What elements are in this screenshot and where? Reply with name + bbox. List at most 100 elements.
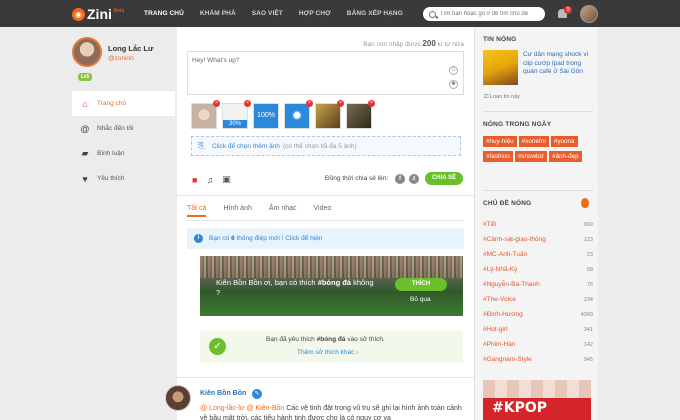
topic-row[interactable]: #The-Voice 234	[483, 292, 593, 307]
topic-row[interactable]: #Phim-Hàn 142	[483, 337, 593, 352]
remove-icon[interactable]: ×	[368, 100, 375, 107]
menu-item-home[interactable]: ⌂ Trang chủ	[72, 91, 175, 116]
topic-count: 945	[583, 356, 593, 363]
topic-count: 341	[583, 326, 593, 333]
hot-news-image[interactable]	[483, 50, 518, 85]
upload-complete-label: 100%	[257, 112, 275, 119]
topic-row[interactable]: #Gangnam-Style 945	[483, 352, 593, 367]
nav-stars[interactable]: SAO VIỆT	[244, 0, 291, 27]
trending-tag[interactable]: #huy-hiệu	[483, 136, 517, 147]
char-counter-suffix: kí tự nữa	[437, 41, 464, 48]
topic-name: #Tết	[483, 221, 497, 228]
nav-market[interactable]: HỢP CHỢ	[291, 0, 339, 27]
facebook-icon[interactable]: f	[395, 174, 405, 184]
music-icon[interactable]: ♫	[206, 175, 213, 185]
profile-avatar[interactable]	[72, 37, 102, 67]
nav-rankings[interactable]: BẢNG XẾP HẠNG	[339, 0, 411, 27]
topic-row[interactable]: #MC-Anh-Tuấn 23	[483, 247, 593, 262]
hot-news-title: TIN NÓNG	[483, 36, 517, 43]
skip-button[interactable]: Bỏ qua	[410, 296, 431, 303]
nav-explore[interactable]: KHÁM PHÁ	[192, 0, 244, 27]
notification-button[interactable]: 9	[556, 6, 572, 20]
divider	[177, 195, 474, 196]
kpop-ad-banner[interactable]: #KPOP	[483, 380, 591, 420]
attachment-toolbar: ■ ♫ ▣	[192, 174, 240, 185]
add-photo-picker[interactable]: ⎘ Click để chọn thêm ảnh (có thể chọn tố…	[191, 136, 461, 156]
tab-music[interactable]: Âm nhạc	[269, 205, 297, 217]
thumbnail-dark[interactable]: ×	[346, 100, 375, 129]
main-nav: TRANG CHỦ KHÁM PHÁ SAO VIỆT HỢP CHỢ BẢNG…	[136, 0, 411, 27]
topic-name: #Lý-Nhã-Kỳ	[483, 266, 518, 273]
remove-icon[interactable]: ×	[213, 100, 220, 107]
topic-row[interactable]: #Hot-girl 341	[483, 322, 593, 337]
thumbnail-processing: × ✹	[284, 100, 313, 129]
mention-link[interactable]: @ Long-lắc-lư	[200, 405, 244, 412]
remove-icon[interactable]: ×	[306, 100, 313, 107]
post-composer: Hey! What's up? ☺ ☻	[187, 51, 464, 95]
topic-name: #Nguyễn-Bá-Thanh	[483, 281, 540, 288]
banner-question: Kiên Bồn Bồn ơi, bạn có thích #bóng đá k…	[216, 278, 376, 298]
search-icon[interactable]	[429, 10, 436, 18]
feed-tabs: Tất cả Hình ảnh Âm nhạc Video	[187, 205, 348, 217]
menu-item-label: Yêu thích	[97, 175, 125, 182]
menu-item-comments[interactable]: ▰ Bình luận	[72, 141, 175, 166]
status-textarea[interactable]: Hey! What's up?	[188, 52, 438, 90]
trending-tag[interactable]: #yoona	[550, 136, 578, 147]
menu-item-mentions[interactable]: @ Nhắc đến tôi	[72, 116, 175, 141]
hot-news-link[interactable]: Cư dân mạng shock vì clip cướp Ipad tron…	[523, 51, 595, 77]
search-box	[423, 7, 545, 21]
trending-tag[interactable]: #xonefm	[518, 136, 549, 147]
level-badge: Lv5	[78, 73, 92, 81]
post-author-name[interactable]: Kiên Bồn Bồn	[200, 390, 246, 397]
info-icon: i	[194, 234, 203, 243]
topic-row[interactable]: #Nguyễn-Bá-Thanh 76	[483, 277, 593, 292]
trending-tag[interactable]: #showbiz	[514, 151, 548, 162]
camera-icon[interactable]: ■	[192, 175, 197, 185]
menu-item-label: Nhắc đến tôi	[97, 125, 134, 132]
divider	[483, 111, 593, 112]
profile-handle[interactable]: @zonion	[108, 55, 134, 62]
topic-row[interactable]: #Tết 669	[483, 217, 593, 232]
right-sidebar: TIN NÓNG Cư dân mạng shock vì clip cướp …	[474, 27, 598, 420]
gear-icon: ✹	[291, 108, 303, 123]
video-icon[interactable]: ▣	[222, 174, 231, 185]
nav-home[interactable]: TRANG CHỦ	[136, 0, 192, 27]
trending-tag[interactable]: #ảnh-đẹp	[549, 151, 582, 162]
topic-name: #The-Voice	[483, 296, 516, 303]
topic-row[interactable]: #Đinh-Hương 4369	[483, 307, 593, 322]
confirm-tag: #bóng đá	[316, 336, 346, 343]
like-interest-button[interactable]: THÍCH	[395, 278, 447, 291]
banner-tag[interactable]: #bóng đá	[318, 278, 351, 287]
add-photo-link[interactable]: Click để chọn thêm ảnh	[212, 143, 280, 150]
search-input[interactable]	[440, 11, 540, 17]
tab-video[interactable]: Video	[314, 205, 332, 217]
tab-photos[interactable]: Hình ảnh	[223, 205, 251, 217]
add-more-interests-link[interactable]: Thêm sở thích khác ›	[297, 349, 358, 356]
add-photo-note: (có thể chọn tối đa 5 ảnh)	[282, 142, 357, 150]
interest-confirmation: ✓ Bạn đã yêu thích #bóng đá vào sở thích…	[200, 331, 463, 363]
mention-link[interactable]: @ Kiên-Bồn	[246, 405, 284, 412]
user-avatar[interactable]	[580, 5, 598, 23]
post-author-avatar[interactable]	[165, 385, 191, 411]
zing-icon[interactable]: z	[409, 174, 419, 184]
trending-tags: #huy-hiệu #xonefm #yoona #fashion #showbiz #ả…	[483, 136, 593, 166]
zini-logo[interactable]: ◉ Zini Beta	[72, 6, 124, 22]
ad-text: #KPOP	[492, 400, 548, 416]
emoji-icon[interactable]: ☺	[449, 66, 458, 75]
profile-name[interactable]: Long Lắc Lư	[108, 44, 153, 53]
share-button[interactable]: CHIA SẺ	[425, 172, 463, 185]
tab-all[interactable]: Tất cả	[187, 205, 207, 217]
share-news-link[interactable]: ⎚ Loan tin này	[484, 94, 520, 101]
trending-tag[interactable]: #fashion	[483, 151, 513, 162]
thumbnail-band[interactable]: ×	[315, 100, 344, 129]
thumbnail-baby[interactable]: ×	[191, 100, 220, 129]
topic-count: 58	[586, 266, 593, 273]
menu-item-favorites[interactable]: ♥ Yêu thích	[72, 166, 175, 191]
topic-row[interactable]: #Lý-Nhã-Kỳ 58	[483, 262, 593, 277]
sticker-icon[interactable]: ☻	[449, 80, 458, 89]
new-messages-notice[interactable]: i Bạn có 6 thông điệp mới ! Click để hiệ…	[187, 228, 464, 249]
topic-row[interactable]: #Cảnh-sát-giao-thông 123	[483, 232, 593, 247]
char-counter: Bạn còn nhập được 200 kí tự nữa	[363, 39, 464, 48]
remove-icon[interactable]: ×	[244, 100, 251, 107]
remove-icon[interactable]: ×	[337, 100, 344, 107]
